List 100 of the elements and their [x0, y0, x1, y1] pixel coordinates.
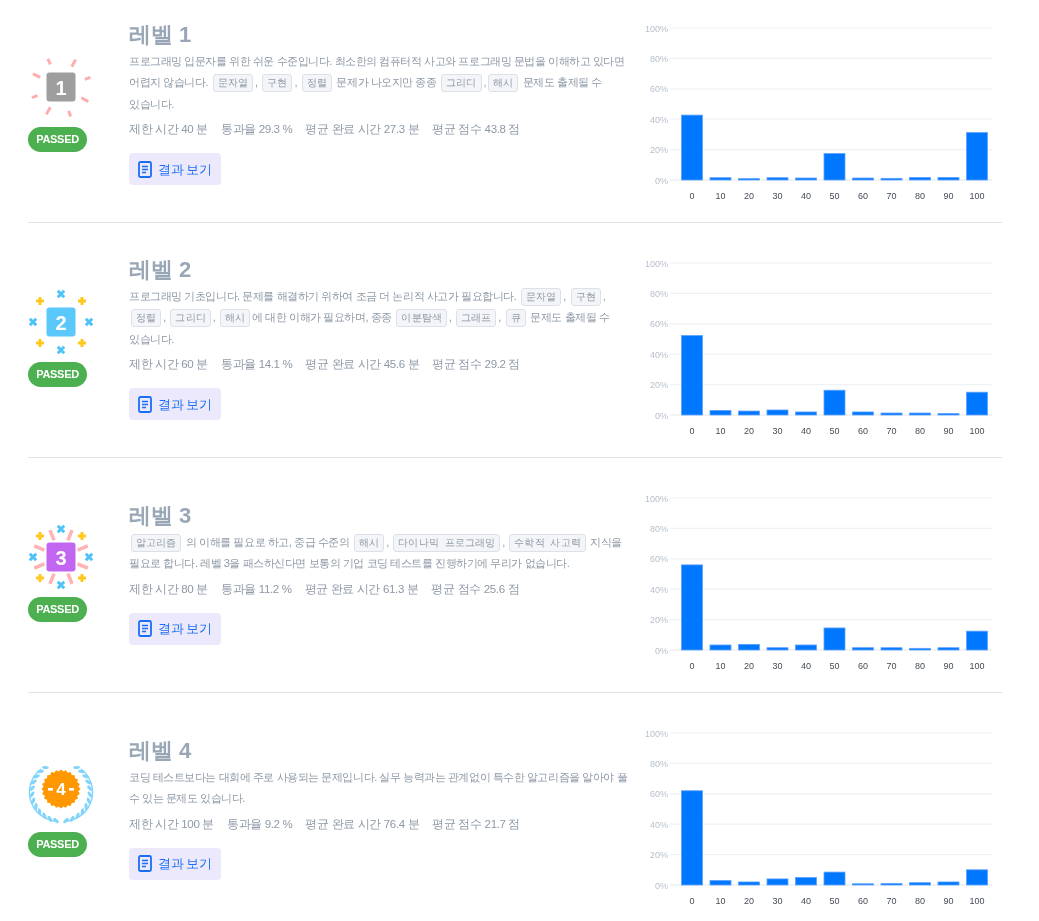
time-limit-text: 제한 시간 100 분 [129, 816, 214, 832]
axis-label: 90 [943, 191, 954, 201]
axis-label: 30 [772, 661, 783, 671]
average-time-text: 평균 완료 시간 61.3 분 [304, 581, 419, 597]
document-icon [138, 160, 152, 178]
view-results-button[interactable]: 결과 보기 [129, 153, 221, 186]
view-results-button[interactable]: 결과 보기 [129, 388, 221, 421]
axis-label: 100% [644, 493, 668, 504]
view-results-button[interactable]: 결과 보기 [129, 847, 221, 880]
axis-label: 0% [655, 645, 668, 656]
axis-label: 20 [744, 426, 754, 436]
axis-label: 40 [801, 896, 811, 906]
pass-rate-text: 통과율 29.3 % [220, 122, 293, 138]
axis-label: 20% [650, 615, 668, 626]
axis-label: 40 [801, 191, 811, 201]
axis-label: 80 [915, 896, 925, 906]
histogram-bar [937, 177, 960, 181]
histogram-bar [966, 869, 988, 886]
histogram-bar [880, 647, 903, 651]
axis-label: 100 [969, 661, 985, 671]
histogram-bar [823, 871, 846, 886]
axis-label: 90 [943, 426, 954, 436]
axis-label: 40 [801, 426, 811, 436]
axis-label: 80% [650, 758, 668, 769]
axis-label: 60 [858, 191, 868, 201]
axis-label: 100% [644, 23, 668, 34]
histogram-bar [909, 177, 931, 181]
axis-label: 60 [858, 426, 868, 436]
document-icon [138, 620, 152, 637]
axis-label: 70 [886, 426, 897, 436]
level-description: 코딩 테스트보다는 대회에 주로 사용되는 문제입니다. 실무 능력과는 관계없이 특수한 알고리즘을 알아야 풀 수 있는 문제도 있습니다. [129, 769, 628, 806]
average-time-text: 평균 완료 시간 76.4 분 [305, 816, 420, 832]
axis-label: 60 [858, 661, 868, 671]
axis-label: 80 [915, 661, 925, 671]
histogram-bar [880, 177, 903, 181]
histogram-bar [709, 644, 732, 651]
status-pill: PASSED [28, 597, 87, 622]
axis-label: 10 [715, 896, 726, 906]
status-pill: PASSED [28, 127, 87, 152]
axis-label: 30 [772, 426, 783, 436]
histogram-bar [766, 177, 789, 181]
histogram-bar [681, 114, 703, 181]
histogram-bar [823, 153, 846, 181]
histogram-bar [709, 410, 732, 416]
histogram-bar [738, 644, 760, 651]
axis-label: 40 [801, 661, 811, 671]
status-pill: PASSED [28, 362, 87, 387]
axis-label: 0 [689, 426, 695, 436]
histogram-bar [738, 881, 760, 886]
axis-label: 0% [655, 880, 668, 891]
level-title: 레벨 4 [129, 736, 193, 765]
average-score-text: 평균 점수 43.8 점 [432, 122, 521, 138]
axis-label: 80% [650, 53, 668, 64]
axis-label: 100% [644, 258, 668, 269]
histogram-bar [766, 878, 789, 886]
average-score-text: 평균 점수 21.7 점 [432, 816, 521, 832]
axis-label: 50 [829, 426, 840, 436]
histogram-bar [966, 132, 988, 181]
axis-label: 10 [715, 191, 726, 201]
histogram-bar [852, 883, 874, 886]
axis-label: 50 [829, 191, 840, 201]
level-description: 프로그래밍 입문자를 위한 쉬운 수준입니다. 최소한의 컴퓨터적 사고와 프로그래밍 문법을 이해하고 있다면 어렵지 않습니다. 문자열 , 구현 , 정렬 문제가 나오지만 종종 그리디 , 해시 문제도 출제될 수 있습니다. [129, 53, 626, 112]
histogram-bar [795, 177, 817, 181]
histogram-bar [966, 391, 988, 416]
histogram-bar [937, 413, 960, 416]
axis-label: 50 [829, 661, 840, 671]
axis-label: 20% [650, 145, 668, 156]
time-limit-text: 제한 시간 60 분 [129, 357, 208, 373]
histogram-bar [966, 630, 988, 651]
status-pill: PASSED [28, 832, 87, 857]
histogram-bar [795, 877, 817, 886]
pass-rate-text: 통과율 14.1 % [220, 357, 293, 373]
histogram-bar [852, 647, 874, 651]
axis-label: 100% [644, 728, 668, 739]
axis-label: 70 [886, 191, 897, 201]
histogram-bar [709, 177, 732, 181]
average-score-text: 평균 점수 25.6 점 [431, 581, 520, 597]
histogram-bar [937, 647, 960, 651]
histogram-bar [795, 644, 817, 651]
histogram-bar [852, 411, 874, 416]
level-description: 알고리즘 의 이해를 필요로 하고, 중급 수준의 해시 , 다이나믹 프로그래밍 , 수학적 사고력 지식을 필요로 합니다. 레벨 3을 패스하신다면 보통의 기업 코딩 테스트를 진행하기에 무리가 없습니다. [129, 532, 624, 571]
histogram-bar [937, 881, 960, 886]
axis-label: 40% [650, 584, 668, 595]
axis-label: 10 [715, 661, 726, 671]
axis-label: 60 [858, 896, 868, 906]
histogram-bar [738, 178, 760, 181]
axis-label: 0% [655, 175, 668, 186]
axis-label: 50 [829, 896, 840, 906]
axis-label: 100 [969, 896, 985, 906]
level-title: 레벨 1 [129, 20, 193, 49]
axis-label: 100 [969, 191, 985, 201]
histogram-bar [766, 409, 789, 416]
document-icon [138, 395, 152, 413]
histogram-bar [852, 177, 874, 181]
axis-label: 30 [772, 191, 783, 201]
axis-label: 20 [744, 661, 754, 671]
axis-label: 70 [886, 661, 897, 671]
axis-label: 100 [969, 426, 985, 436]
view-results-button[interactable]: 결과 보기 [129, 612, 221, 645]
axis-label: 80 [915, 191, 925, 201]
